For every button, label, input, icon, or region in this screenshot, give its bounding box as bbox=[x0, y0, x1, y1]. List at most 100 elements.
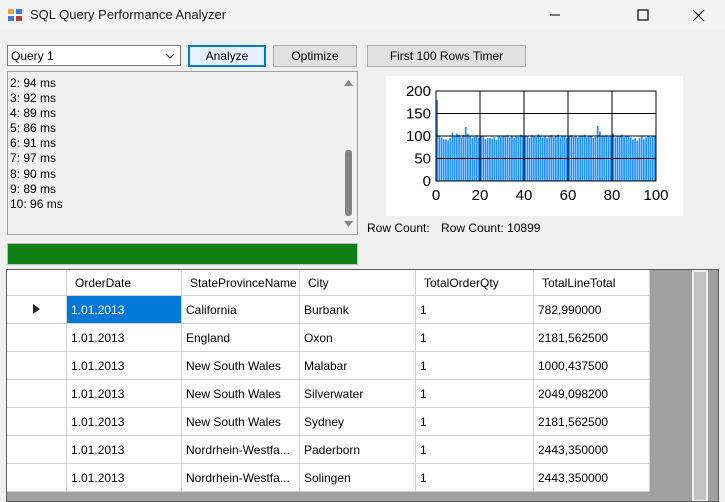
row-count-label: Row Count: bbox=[367, 221, 430, 235]
cell-totalorderqty[interactable]: 1 bbox=[415, 407, 534, 436]
table-row[interactable]: 1.01.2013 Nordrhein-Westfa... Solingen 1… bbox=[7, 463, 650, 492]
cell-totallinetotal[interactable]: 2443,350000 bbox=[533, 435, 650, 464]
row-header[interactable] bbox=[7, 407, 67, 436]
cell-totalorderqty[interactable]: 1 bbox=[415, 323, 534, 352]
cell-totallinetotal[interactable]: 1000,437500 bbox=[533, 351, 650, 380]
row-header[interactable] bbox=[7, 323, 67, 352]
cell-orderdate[interactable]: 1.01.2013 bbox=[66, 295, 182, 324]
progress-fill bbox=[8, 244, 357, 264]
cell-city[interactable]: Malabar bbox=[299, 351, 416, 380]
cell-totalorderqty[interactable]: 1 bbox=[415, 463, 534, 492]
chart-bar bbox=[442, 139, 445, 181]
row-header[interactable] bbox=[7, 379, 67, 408]
log-lines: 2: 94 ms 3: 92 ms 4: 89 ms 5: 86 ms 6: 9… bbox=[10, 76, 63, 212]
chart-bar bbox=[464, 127, 467, 181]
grid-scrollbar[interactable] bbox=[692, 270, 708, 501]
log-line: 10: 96 ms bbox=[10, 196, 63, 211]
table-row[interactable]: 1.01.2013 New South Wales Silverwater 1 … bbox=[7, 379, 650, 408]
table-row[interactable]: 1.01.2013 California Burbank 1 782,99000… bbox=[7, 295, 650, 324]
cell-city[interactable]: Oxon bbox=[299, 323, 416, 352]
cell-city[interactable]: Silverwater bbox=[299, 379, 416, 408]
chart-svg: 0 50 100 150 200 0 20 40 60 80 100 bbox=[406, 83, 669, 204]
chart-bar bbox=[528, 137, 531, 181]
chart-bar bbox=[513, 138, 515, 181]
first-100-rows-timer-button[interactable]: First 100 Rows Timer bbox=[367, 45, 526, 67]
log-scrollbar[interactable] bbox=[340, 72, 357, 234]
analyze-button[interactable]: Analyze bbox=[188, 45, 266, 67]
grid-scroll-thumb[interactable] bbox=[694, 272, 706, 500]
chart-bar bbox=[508, 137, 511, 181]
column-header-stateprovincename[interactable]: StateProvinceName bbox=[181, 270, 300, 296]
results-grid[interactable]: OrderDate StateProvinceName City TotalOr… bbox=[6, 269, 719, 502]
cell-totalorderqty[interactable]: 1 bbox=[415, 435, 534, 464]
cell-totallinetotal[interactable]: 2181,562500 bbox=[533, 323, 650, 352]
chart-bar bbox=[638, 137, 641, 181]
app-icon bbox=[8, 9, 22, 21]
cell-stateprovincename[interactable]: California bbox=[181, 295, 300, 324]
close-button[interactable] bbox=[675, 0, 721, 30]
log-line: 2: 94 ms bbox=[10, 76, 57, 90]
row-header[interactable] bbox=[7, 463, 67, 492]
chevron-down-icon[interactable] bbox=[162, 46, 178, 65]
x-tick-label: 20 bbox=[472, 187, 489, 204]
scroll-down-icon[interactable] bbox=[344, 221, 353, 227]
cell-orderdate[interactable]: 1.01.2013 bbox=[66, 351, 182, 380]
chart-bar bbox=[632, 139, 634, 181]
chart-bar bbox=[486, 138, 489, 181]
cell-totalorderqty[interactable]: 1 bbox=[415, 295, 534, 324]
column-header-orderdate[interactable]: OrderDate bbox=[66, 270, 182, 296]
cell-totallinetotal[interactable]: 2049,098200 bbox=[533, 379, 650, 408]
progress-bar bbox=[7, 243, 358, 265]
header-row: OrderDate StateProvinceName City TotalOr… bbox=[7, 270, 650, 296]
column-header-totallinetotal[interactable]: TotalLineTotal bbox=[533, 270, 650, 296]
query-select[interactable]: Query 1 bbox=[7, 45, 181, 66]
cell-city[interactable]: Paderborn bbox=[299, 435, 416, 464]
cell-orderdate[interactable]: 1.01.2013 bbox=[66, 435, 182, 464]
y-tick-label: 0 bbox=[423, 173, 431, 190]
column-header-totalorderqty[interactable]: TotalOrderQty bbox=[415, 270, 534, 296]
cell-orderdate[interactable]: 1.01.2013 bbox=[66, 407, 182, 436]
row-count: Row Count: Row Count: 10899 bbox=[367, 221, 548, 235]
table-row[interactable]: 1.01.2013 New South Wales Sydney 1 2181,… bbox=[7, 407, 650, 436]
optimize-button[interactable]: Optimize bbox=[273, 45, 357, 67]
row-header[interactable] bbox=[7, 295, 67, 324]
cell-stateprovincename[interactable]: New South Wales bbox=[181, 379, 300, 408]
minimize-button[interactable] bbox=[532, 0, 578, 30]
cell-totalorderqty[interactable]: 1 bbox=[415, 351, 534, 380]
chart-bar bbox=[471, 138, 474, 181]
cell-stateprovincename[interactable]: New South Wales bbox=[181, 351, 300, 380]
cell-city[interactable]: Solingen bbox=[299, 463, 416, 492]
chart-bar bbox=[559, 137, 562, 181]
row-header[interactable] bbox=[7, 435, 67, 464]
cell-totallinetotal[interactable]: 2443,350000 bbox=[533, 463, 650, 492]
cell-totalorderqty[interactable]: 1 bbox=[415, 379, 534, 408]
column-header-city[interactable]: City bbox=[299, 270, 416, 296]
table-row[interactable]: 1.01.2013 New South Wales Malabar 1 1000… bbox=[7, 351, 650, 380]
cell-stateprovincename[interactable]: Nordrhein-Westfa... bbox=[181, 463, 300, 492]
maximize-button[interactable] bbox=[620, 0, 666, 30]
table-row[interactable]: 1.01.2013 Nordrhein-Westfa... Paderborn … bbox=[7, 435, 650, 464]
cell-stateprovincename[interactable]: New South Wales bbox=[181, 407, 300, 436]
chart-bar bbox=[596, 126, 599, 181]
scroll-up-icon[interactable] bbox=[344, 80, 353, 86]
cell-city[interactable]: Burbank bbox=[299, 295, 416, 324]
cell-totallinetotal[interactable]: 2181,562500 bbox=[533, 407, 650, 436]
timing-log[interactable]: 2: 94 ms 3: 92 ms 4: 89 ms 5: 86 ms 6: 9… bbox=[7, 71, 358, 235]
row-header[interactable] bbox=[7, 351, 67, 380]
table-row[interactable]: 1.01.2013 England Oxon 1 2181,562500 bbox=[7, 323, 650, 352]
x-tick-label: 0 bbox=[432, 187, 440, 204]
analyze-button-label: Analyze bbox=[205, 49, 249, 63]
cell-stateprovincename[interactable]: England bbox=[181, 323, 300, 352]
cell-stateprovincename[interactable]: Nordrhein-Westfa... bbox=[181, 435, 300, 464]
chart-bar bbox=[583, 134, 586, 181]
chart-bar bbox=[489, 137, 491, 181]
cell-orderdate[interactable]: 1.01.2013 bbox=[66, 463, 182, 492]
log-scroll-thumb[interactable] bbox=[345, 150, 352, 216]
x-tick-label: 40 bbox=[516, 187, 533, 204]
cell-orderdate[interactable]: 1.01.2013 bbox=[66, 323, 182, 352]
cell-city[interactable]: Sydney bbox=[299, 407, 416, 436]
cell-orderdate[interactable]: 1.01.2013 bbox=[66, 379, 182, 408]
chart-bar bbox=[445, 139, 447, 181]
cell-totallinetotal[interactable]: 782,990000 bbox=[533, 295, 650, 324]
chart-bar bbox=[519, 134, 522, 181]
